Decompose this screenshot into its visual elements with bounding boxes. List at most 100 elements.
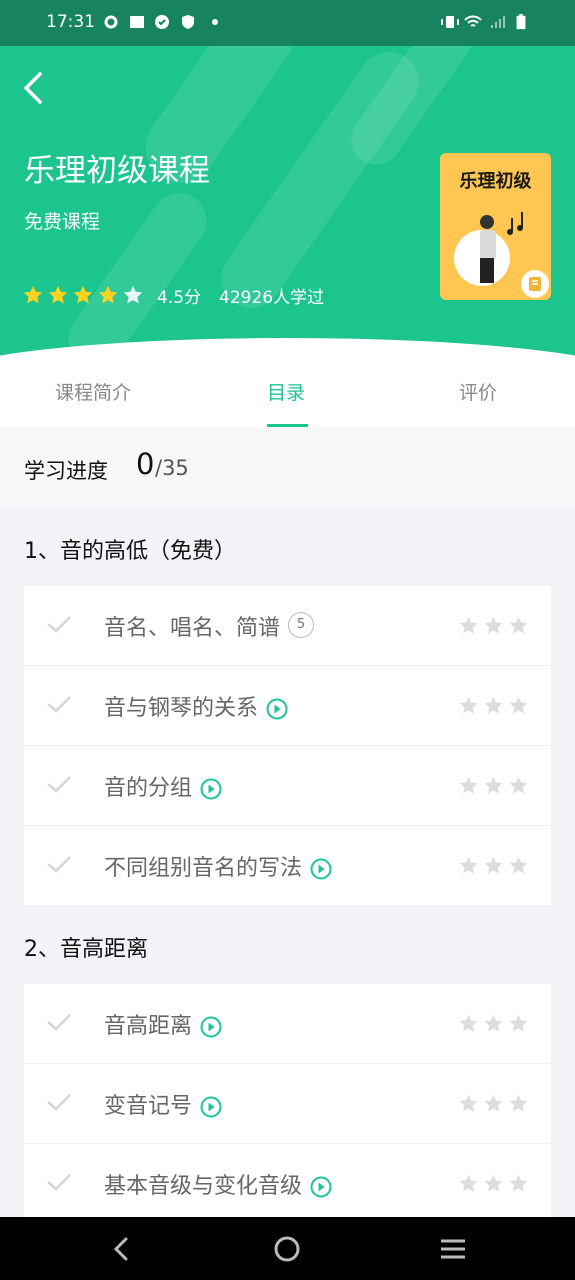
- lesson-item[interactable]: 音高距离: [24, 984, 551, 1064]
- system-nav-bar: [0, 1217, 575, 1280]
- course-subtitle: 免费课程: [24, 211, 101, 233]
- tab-catalog[interactable]: 目录: [267, 378, 305, 405]
- section-title: 1、音的高低（免费）: [24, 539, 236, 564]
- play-video-icon: [200, 1016, 222, 1038]
- star-icon: [459, 1094, 478, 1112]
- book-badge: [521, 270, 549, 298]
- star-icon: [509, 1094, 528, 1112]
- play-video-icon: [310, 1176, 332, 1198]
- star-icon: [484, 616, 503, 634]
- star-icon: [98, 285, 118, 304]
- settings-icon: [104, 15, 118, 29]
- lesson-name: 变音记号: [104, 1094, 193, 1119]
- dot-icon: [212, 19, 218, 25]
- cover-title: 乐理初级: [459, 171, 532, 192]
- star-icon: [459, 696, 478, 714]
- star-icon: [459, 1174, 478, 1192]
- check-icon: [47, 1174, 71, 1191]
- star-icon: [73, 285, 93, 304]
- lesson-name-wrap: 变音记号: [104, 1088, 222, 1120]
- lesson-item[interactable]: 音名、唱名、简谱 5: [24, 586, 551, 666]
- lesson-item[interactable]: 音与钢琴的关系: [24, 666, 551, 746]
- progress-total: /35: [155, 456, 189, 480]
- wifi-icon: [464, 15, 482, 27]
- star-icon: [509, 616, 528, 634]
- lesson-name-wrap: 音与钢琴的关系: [104, 690, 288, 722]
- shield-icon: [182, 15, 194, 29]
- lesson-name: 音与钢琴的关系: [104, 696, 259, 721]
- lesson-item[interactable]: 基本音级与变化音级: [24, 1144, 551, 1223]
- check-icon: [47, 696, 71, 713]
- star-icon: [509, 776, 528, 794]
- lesson-stars: [458, 1173, 533, 1194]
- lesson-name: 音的分组: [104, 776, 193, 801]
- vibrate-icon: [441, 16, 459, 28]
- course-rating: 4.5分 42926人学过: [22, 282, 324, 308]
- section-title: 2、音高距离: [24, 937, 148, 962]
- check-icon: [47, 1094, 71, 1111]
- tab-reviews[interactable]: 评价: [459, 378, 497, 405]
- lesson-stars: [458, 695, 533, 716]
- lesson-name-wrap: 音名、唱名、简谱 5: [104, 610, 315, 642]
- lesson-stars: [458, 1093, 533, 1114]
- lesson-stars: [458, 1013, 533, 1034]
- star-icon: [23, 285, 43, 304]
- rating-score: 4.5分: [157, 287, 202, 308]
- star-icon: [484, 776, 503, 794]
- star-icon: [459, 616, 478, 634]
- star-icon: [48, 285, 68, 304]
- signal-icon: [491, 16, 505, 28]
- lesson-name: 音高距离: [104, 1014, 193, 1039]
- star-icon: [484, 1094, 503, 1112]
- tab-intro[interactable]: 课程简介: [55, 378, 131, 405]
- nav-back-icon[interactable]: [106, 1233, 138, 1265]
- star-icon: [509, 696, 528, 714]
- play-video-icon: [200, 778, 222, 800]
- mail-icon: [130, 16, 144, 28]
- battery-icon: [516, 14, 526, 30]
- star-icon: [509, 856, 528, 874]
- star-icon: [484, 856, 503, 874]
- lesson-stars: [458, 775, 533, 796]
- star-icon: [484, 696, 503, 714]
- book-icon: [529, 277, 541, 291]
- lesson-name: 音名、唱名、简谱: [104, 616, 281, 641]
- nav-menu-icon[interactable]: [437, 1233, 469, 1265]
- lesson-item[interactable]: 音的分组: [24, 746, 551, 826]
- lesson-stars: [458, 615, 533, 636]
- star-empty-icon: [123, 285, 143, 304]
- play-video-icon: [310, 858, 332, 880]
- star-icon: [509, 1174, 528, 1192]
- lesson-item[interactable]: 不同组别音名的写法: [24, 826, 551, 905]
- check-icon: [47, 776, 71, 793]
- star-icon: [459, 776, 478, 794]
- star-icon: [484, 1174, 503, 1192]
- nav-home-icon[interactable]: [271, 1233, 303, 1265]
- status-time: 17:31: [46, 12, 95, 32]
- lesson-name: 不同组别音名的写法: [104, 856, 303, 881]
- lesson-item[interactable]: 变音记号: [24, 1064, 551, 1144]
- learning-progress: 学习进度 0 /35: [0, 427, 575, 506]
- check-icon: [47, 856, 71, 873]
- lesson-name: 基本音级与变化音级: [104, 1174, 303, 1199]
- lesson-count-badge: 5: [288, 612, 315, 638]
- lesson-stars: [458, 855, 533, 876]
- lesson-name-wrap: 基本音级与变化音级: [104, 1168, 332, 1200]
- back-icon[interactable]: [18, 68, 54, 108]
- lesson-name-wrap: 不同组别音名的写法: [104, 850, 332, 882]
- course-title: 乐理初级课程: [24, 153, 210, 189]
- verified-icon: [155, 15, 169, 29]
- progress-done: 0: [136, 447, 155, 481]
- star-icon: [459, 1014, 478, 1032]
- check-icon: [47, 1014, 71, 1031]
- tab-bar: 课程简介 目录 评价: [0, 360, 575, 427]
- lesson-list: 音名、唱名、简谱 5 音与钢琴的关系 音的分组 不同组别音名的写法: [24, 586, 551, 905]
- star-icon: [459, 856, 478, 874]
- lesson-name-wrap: 音的分组: [104, 770, 222, 802]
- check-icon: [47, 616, 71, 633]
- status-bar: 17:31: [0, 0, 575, 46]
- progress-label: 学习进度: [24, 459, 108, 483]
- star-icon: [509, 1014, 528, 1032]
- course-cover: 乐理初级: [440, 153, 551, 300]
- lesson-list: 音高距离 变音记号 基本音级与变化音级: [24, 984, 551, 1224]
